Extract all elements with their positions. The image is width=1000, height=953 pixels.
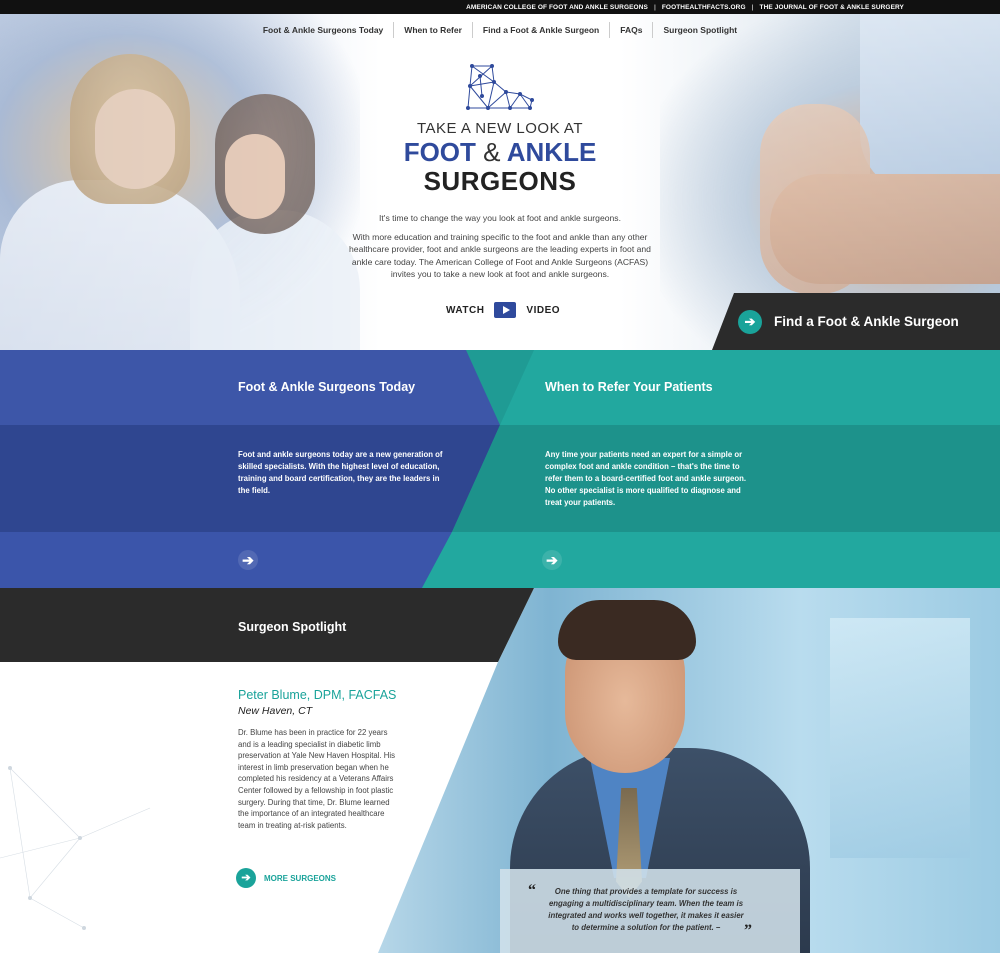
surgeon-name: Peter Blume, DPM, FACFAS <box>238 688 397 702</box>
panel-when-to-refer-body: Any time your patients need an expert fo… <box>545 450 747 507</box>
find-surgeon-button[interactable]: ➔ Find a Foot & Ankle Surgeon <box>712 293 1000 350</box>
nav-find-surgeon[interactable]: Find a Foot & Ankle Surgeon <box>471 22 609 38</box>
spotlight-title: Surgeon Spotlight <box>238 620 347 634</box>
main-nav: Foot & Ankle Surgeons Today When to Refe… <box>0 22 1000 38</box>
headline-line-3: SURGEONS <box>423 166 577 196</box>
close-quote-icon: ” <box>744 922 752 939</box>
surgeon-spotlight-section: Surgeon Spotlight Peter Blume, DPM, FACF… <box>0 588 1000 953</box>
journal-link[interactable]: THE JOURNAL OF FOOT & ANKLE SURGERY <box>760 4 904 11</box>
hero-para-2: With more education and training specifi… <box>349 231 651 280</box>
divider: | <box>653 3 656 11</box>
info-panels: Foot & Ankle Surgeons Today Foot and ank… <box>0 350 1000 588</box>
watch-label: WATCH <box>446 304 485 316</box>
surgeon-quote: One thing that provides a template for s… <box>548 887 744 932</box>
watch-video-button[interactable]: WATCH VIDEO <box>446 302 560 318</box>
more-surgeons-label: MORE SURGEONS <box>264 873 337 883</box>
nav-when-to-refer[interactable]: When to Refer <box>393 22 472 38</box>
surgeons-today-arrow-icon[interactable]: ➔ <box>238 550 258 570</box>
open-quote-icon: “ <box>528 882 536 899</box>
headline-line-1: TAKE A NEW LOOK AT <box>417 120 583 137</box>
surgeon-bio: Dr. Blume has been in practice for 22 ye… <box>238 728 396 830</box>
find-surgeon-label: Find a Foot & Ankle Surgeon <box>774 314 959 329</box>
arrow-right-icon: ➔ <box>236 868 256 888</box>
surgeon-location: New Haven, CT <box>238 705 313 717</box>
headline-line-2: FOOT & ANKLE <box>300 137 700 167</box>
panel-surgeons-today-body: Foot and ankle surgeons today are a new … <box>238 450 443 495</box>
foothealthfacts-link[interactable]: FOOTHEALTHFACTS.ORG <box>662 4 746 11</box>
when-to-refer-arrow-icon[interactable]: ➔ <box>542 550 562 570</box>
arrow-right-icon: ➔ <box>738 309 762 334</box>
acfas-link[interactable]: AMERICAN COLLEGE OF FOOT AND ANKLE SURGE… <box>466 4 648 11</box>
more-surgeons-button[interactable]: ➔ MORE SURGEONS <box>236 868 336 888</box>
nav-surgeon-spotlight[interactable]: Surgeon Spotlight <box>652 22 747 38</box>
divider: | <box>751 3 754 11</box>
panel-when-to-refer-title[interactable]: When to Refer Your Patients <box>545 380 713 394</box>
hero-headline: TAKE A NEW LOOK AT FOOT & ANKLE SURGEONS <box>300 120 700 195</box>
headline-foot: FOOT <box>403 137 476 167</box>
panel-surgeons-today-title[interactable]: Foot & Ankle Surgeons Today <box>238 380 415 394</box>
video-label: VIDEO <box>526 304 561 316</box>
headline-amp: & <box>483 137 501 167</box>
top-utility-bar: AMERICAN COLLEGE OF FOOT AND ANKLE SURGE… <box>0 0 1000 14</box>
foot-network-logo-icon <box>466 64 534 110</box>
nav-surgeons-today[interactable]: Foot & Ankle Surgeons Today <box>253 22 393 38</box>
network-decoration <box>0 766 151 930</box>
hero-intro-text: It's time to change the way you look at … <box>345 212 655 287</box>
nav-faqs[interactable]: FAQs <box>609 22 652 38</box>
hero-para-1: It's time to change the way you look at … <box>379 213 621 223</box>
headline-ankle: ANKLE <box>506 137 597 167</box>
play-icon[interactable] <box>494 302 517 318</box>
